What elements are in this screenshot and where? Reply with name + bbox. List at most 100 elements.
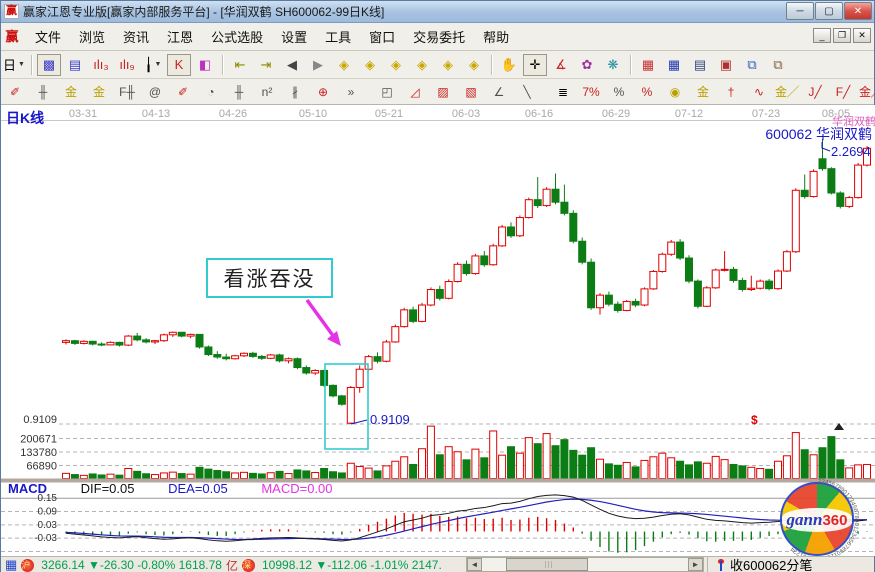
angle-line-icon[interactable]: ∠ [486,81,512,103]
maximize-button[interactable]: ▢ [815,2,843,20]
candle-body [71,341,78,344]
net-update-icon[interactable]: ⧉ [766,54,790,76]
volume-bar [721,460,728,479]
bars-9-icon[interactable]: ılı₉ [115,54,139,76]
f-grid-icon[interactable]: F╫ [114,81,140,103]
menubar: 赢 文件浏览资讯江恩公式选股设置工具窗口交易委托帮助 _ ❐ ✕ [1,23,874,51]
region-zoom-icon[interactable]: ▩ [37,54,61,76]
first-bar-icon[interactable]: ⇤ [228,54,252,76]
gold-circle-icon[interactable]: ◉ [662,81,688,103]
close-button[interactable]: ✕ [844,2,872,20]
candle-body [650,271,657,288]
percent-icon[interactable]: % [606,81,632,103]
ticker-text[interactable]: 收600062分笔 [730,555,812,572]
brush2-icon[interactable]: ✐ [170,81,196,103]
hand-tool-icon[interactable]: ✋ [497,54,521,76]
info-panel-icon[interactable]: ▤ [63,54,87,76]
ladder-icon[interactable]: ≣ [550,81,576,103]
net-browse-icon[interactable]: ⧉ [740,54,764,76]
gold-line-icon[interactable]: 金 [690,81,716,103]
brush-tool-icon[interactable]: ✐ [2,81,28,103]
target-icon[interactable]: ⊕ [310,81,336,103]
fence-icon[interactable]: ╫ [226,81,252,103]
menu-文件[interactable]: 文件 [26,23,70,50]
angle-measure-icon[interactable]: ∡ [549,54,573,76]
menu-交易委托[interactable]: 交易委托 [404,23,474,50]
shanghai-market-icon[interactable]: 沪 [21,559,34,572]
percent-slash-icon[interactable]: 7% [578,81,604,103]
j-angle-icon[interactable]: J╱ [802,81,828,103]
gift-icon[interactable]: ✿ [575,54,599,76]
scroll-left-arrow[interactable]: ◄ [467,558,482,571]
menu-帮助[interactable]: 帮助 [474,23,518,50]
hatch-box2-icon[interactable]: ▧ [458,81,484,103]
mind-icon[interactable]: ❋ [601,54,625,76]
chart-horizontal-scrollbar[interactable]: ◄ ► [466,557,704,572]
volume-bar [419,449,426,479]
child-minimize-button[interactable]: _ [813,28,831,43]
menu-江恩[interactable]: 江恩 [158,23,202,50]
gold-grid-icon[interactable]: 金 [58,81,84,103]
gann-arrow-x-icon[interactable]: ◈ [410,54,434,76]
chart-area[interactable]: 03-3104-1304-2605-1005-2106-0306-1606-29… [1,105,875,556]
menu-窗口[interactable]: 窗口 [360,23,404,50]
quote-table-icon[interactable]: ▦ [5,557,17,572]
ray-line-icon[interactable]: ╲ [514,81,540,103]
gann-grid-icon[interactable]: ╫ [30,81,56,103]
scroll-right-arrow[interactable]: ► [688,558,703,571]
crosshair-tool-icon[interactable]: ✛ [523,54,547,76]
gann-arrow-left-icon[interactable]: ◈ [332,54,356,76]
more-tools-icon[interactable]: » [338,81,364,103]
scrollbar-track[interactable] [482,558,688,571]
volume-bar [143,474,150,479]
menu-设置[interactable]: 设置 [272,23,316,50]
save-icon[interactable]: ▣ [714,54,738,76]
macd-value: MACD=0.00 [261,481,332,496]
candle-body [410,310,417,322]
bars-3-icon[interactable]: ılı₃ [89,54,113,76]
menu-工具[interactable]: 工具 [316,23,360,50]
f-angle-icon[interactable]: F╱ [830,81,856,103]
n-square-icon[interactable]: n² [254,81,280,103]
gann-arrow-all-icon[interactable]: ◈ [436,54,460,76]
hatch-box-icon[interactable]: ▨ [430,81,456,103]
box-measure-icon[interactable]: ◰ [374,81,400,103]
gann-arrow-h-icon[interactable]: ◈ [384,54,408,76]
candle-style-icon[interactable]: ╽▼ [141,54,165,76]
pattern-select-icon[interactable]: K [167,54,191,76]
volume-bar [347,463,354,478]
next-bar-icon[interactable]: ▶ [306,54,330,76]
spiral-icon[interactable]: @ [142,81,168,103]
gold2-angle-icon[interactable]: 金╱ [858,81,875,103]
child-restore-button[interactable]: ❐ [833,28,851,43]
shanghai-index-status[interactable]: 3266.14 ▼-26.30 -0.80% 1618.78 [41,558,222,572]
fan-lines-icon[interactable]: ◿ [402,81,428,103]
macd-title[interactable]: MACD [8,481,47,496]
gold-grid2-icon[interactable]: 金 [86,81,112,103]
minimize-button[interactable]: ─ [786,2,814,20]
x-axis-tick-label: 04-26 [219,108,247,120]
gann-arrow-v-icon[interactable]: ◈ [462,54,486,76]
flag-candle-icon[interactable]: † [718,81,744,103]
menu-公式选股[interactable]: 公式选股 [202,23,272,50]
mirror-angle-icon[interactable]: ∦ [282,81,308,103]
gold-angle-icon[interactable]: 金╱ [774,81,800,103]
volume-bar [828,437,835,479]
child-close-button[interactable]: ✕ [853,28,871,43]
menu-浏览[interactable]: 浏览 [70,23,114,50]
wave-icon[interactable]: ∿ [746,81,772,103]
shenzhen-market-icon[interactable]: 深 [242,559,255,572]
calculator-icon[interactable]: ▦ [662,54,686,76]
calendar-icon[interactable]: ▦ [636,54,660,76]
notes-icon[interactable]: ▤ [688,54,712,76]
percent-line-icon[interactable]: % [634,81,660,103]
shenzhen-index-status[interactable]: 10998.12 ▼-112.06 -1.01% 2147. [262,558,442,572]
time-circle-icon[interactable]: ◔ [198,81,224,103]
prev-bar-icon[interactable]: ◀ [280,54,304,76]
period-selector[interactable]: 日▼ [2,54,26,76]
menu-资讯[interactable]: 资讯 [114,23,158,50]
colored-trend-icon[interactable]: ◧ [193,54,217,76]
last-bar-icon[interactable]: ⇥ [254,54,278,76]
scrollbar-thumb[interactable] [506,558,588,571]
gann-arrow-right-icon[interactable]: ◈ [358,54,382,76]
